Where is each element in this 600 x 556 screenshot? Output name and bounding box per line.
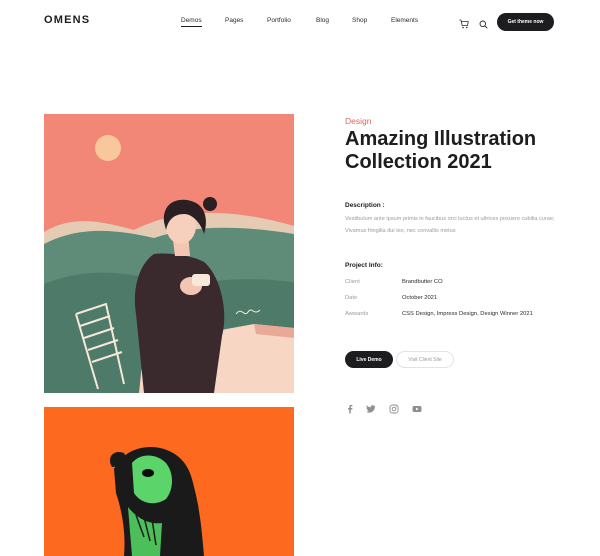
description-text: Vestibulum ante ipsum primis in faucibus… bbox=[345, 216, 555, 234]
twitter-icon[interactable] bbox=[366, 401, 376, 413]
nav-item-shop[interactable]: Shop bbox=[352, 17, 367, 24]
instagram-icon[interactable] bbox=[389, 401, 399, 414]
info-value-client: Brandbutter CO bbox=[402, 279, 443, 285]
nav-item-portfolio[interactable]: Portfolio bbox=[267, 17, 291, 24]
search-icon[interactable] bbox=[479, 16, 488, 29]
nav-item-blog[interactable]: Blog bbox=[316, 17, 329, 24]
logo[interactable]: OMENS bbox=[44, 14, 90, 26]
project-category[interactable]: Design bbox=[345, 116, 371, 126]
nav-item-demos[interactable]: Demos bbox=[181, 17, 202, 27]
facebook-icon[interactable] bbox=[345, 401, 355, 414]
youtube-icon[interactable] bbox=[412, 401, 422, 412]
nav-item-elements[interactable]: Elements bbox=[391, 17, 418, 24]
nav-item-pages[interactable]: Pages bbox=[225, 17, 243, 24]
info-label-date: Date bbox=[345, 295, 358, 301]
illustration-eagle[interactable] bbox=[44, 407, 294, 556]
illustration-woman-with-tea[interactable] bbox=[44, 114, 294, 393]
get-theme-button[interactable]: Get theme now bbox=[497, 13, 554, 31]
project-info-heading: Project Info: bbox=[345, 262, 383, 269]
description-heading: Description : bbox=[345, 202, 385, 209]
live-demo-button[interactable]: Live Demo bbox=[345, 351, 393, 368]
info-label-client: Client bbox=[345, 279, 360, 285]
project-title: Amazing Illustration Collection 2021 bbox=[345, 128, 537, 173]
info-value-awards: CSS Design, Impress Design, Design Winne… bbox=[402, 311, 533, 317]
info-value-date: October 2021 bbox=[402, 295, 438, 301]
cart-icon[interactable] bbox=[459, 16, 469, 29]
site-header: OMENS Demos Pages Portfolio Blog Shop El… bbox=[0, 0, 600, 44]
info-label-awards: Awwards bbox=[345, 311, 369, 317]
visit-client-site-button[interactable]: Visit Client Site bbox=[396, 351, 454, 368]
